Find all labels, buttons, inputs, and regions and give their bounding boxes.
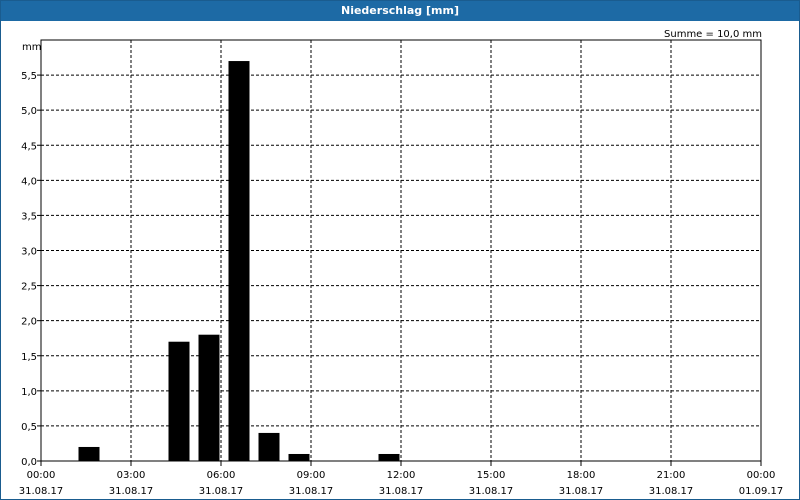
grid-lines <box>41 40 761 461</box>
precipitation-bar <box>258 432 280 461</box>
x-tick-time-label: 03:00 <box>117 470 146 481</box>
tick-labels: 0,0 0,5 1,0 1,5 2,0 2,5 3,0 3,5 4,0 4,5 5,0 5,5 00:0… <box>19 71 784 497</box>
y-tick-label: 2,0 <box>21 317 37 328</box>
chart-canvas: 0,0 0,5 1,0 1,5 2,0 2,5 3,0 3,5 4,0 4,5 5,0 5,5 00:0… <box>19 29 784 497</box>
sum-annotation: Summe = 10,0 mm <box>664 29 762 40</box>
y-tick-label: 3,5 <box>21 211 37 222</box>
y-tick-label: 4,0 <box>21 176 37 187</box>
y-axis-unit-label: mm <box>22 42 41 53</box>
x-tick-date-label: 31.08.17 <box>559 486 604 497</box>
x-tick-date-label: 31.08.17 <box>379 486 424 497</box>
y-tick-label: 3,0 <box>21 247 37 258</box>
axes <box>37 39 762 466</box>
precipitation-bar <box>378 453 400 461</box>
y-tick-label: 5,5 <box>21 71 37 82</box>
y-tick-label: 0,5 <box>21 422 37 433</box>
x-tick-time-label: 06:00 <box>207 470 236 481</box>
x-tick-date-label: 31.08.17 <box>469 486 514 497</box>
precipitation-bar <box>198 334 220 461</box>
y-tick-label: 1,5 <box>21 352 37 363</box>
x-tick-time-label: 00:00 <box>747 470 776 481</box>
x-tick-date-label: 31.08.17 <box>289 486 334 497</box>
y-tick-label: 4,5 <box>21 141 37 152</box>
x-tick-date-label: 01.09.17 <box>739 486 784 497</box>
x-tick-date-label: 31.08.17 <box>109 486 154 497</box>
x-tick-time-label: 15:00 <box>477 470 506 481</box>
y-tick-label: 0,0 <box>21 457 37 468</box>
x-tick-date-label: 31.08.17 <box>649 486 694 497</box>
x-tick-time-label: 00:00 <box>27 470 56 481</box>
x-tick-date-label: 31.08.17 <box>19 486 64 497</box>
x-tick-time-label: 21:00 <box>657 470 686 481</box>
bar-series <box>78 61 400 462</box>
precipitation-bar <box>78 446 100 461</box>
y-tick-label: 1,0 <box>21 387 37 398</box>
precipitation-bar <box>168 341 190 461</box>
precipitation-bar <box>228 61 250 462</box>
x-tick-time-label: 09:00 <box>297 470 326 481</box>
y-tick-label: 2,5 <box>21 282 37 293</box>
precipitation-bar <box>288 453 310 461</box>
y-tick-label: 5,0 <box>21 106 37 117</box>
x-tick-time-label: 12:00 <box>387 470 416 481</box>
x-tick-date-label: 31.08.17 <box>199 486 244 497</box>
x-tick-time-label: 18:00 <box>567 470 596 481</box>
